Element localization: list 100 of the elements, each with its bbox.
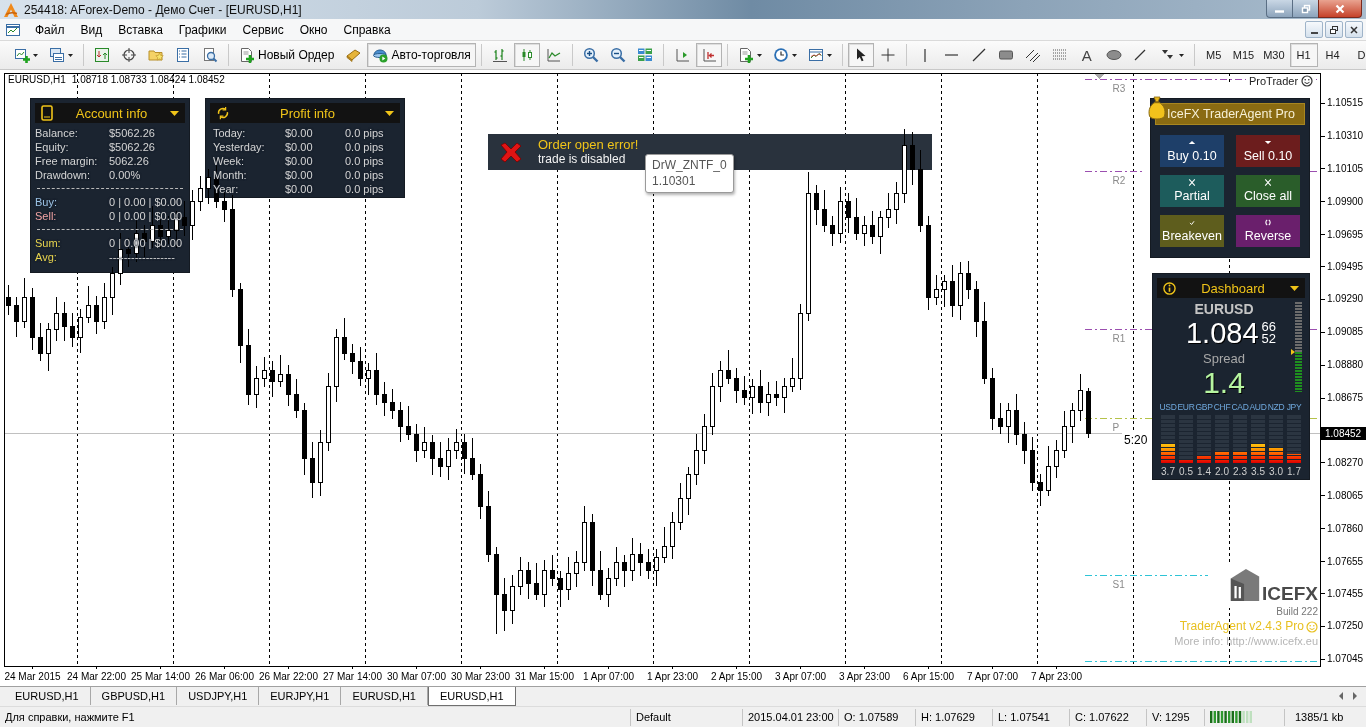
candle bbox=[878, 210, 883, 255]
candle bbox=[1022, 421, 1027, 465]
dotted-lines-icon bbox=[1051, 47, 1068, 63]
menu-item[interactable]: Вид bbox=[72, 19, 111, 40]
candle bbox=[710, 372, 715, 436]
caret-icon[interactable] bbox=[1290, 285, 1299, 291]
auto-trading-button[interactable]: Авто-торговля bbox=[367, 43, 476, 67]
caret-icon[interactable] bbox=[385, 110, 394, 116]
candle bbox=[110, 266, 115, 316]
candle bbox=[118, 232, 123, 286]
chart-tab[interactable]: EURUSD,H1 bbox=[341, 687, 428, 705]
candle bbox=[534, 562, 539, 601]
candle bbox=[734, 367, 739, 404]
menu-item[interactable]: Файл bbox=[27, 19, 73, 40]
period-label: Month: bbox=[213, 168, 248, 182]
price-axis-label: 1.09695 bbox=[1327, 228, 1364, 240]
new-order-button[interactable]: Новый Ордер bbox=[234, 43, 340, 67]
diagonal-line-icon bbox=[970, 47, 987, 63]
value-label: 2.0 bbox=[1215, 466, 1229, 477]
minimize-button[interactable] bbox=[1305, 21, 1323, 38]
timeframe-button[interactable]: M5 bbox=[1199, 43, 1228, 67]
timeframe-button[interactable]: D bbox=[1347, 43, 1366, 67]
close-button[interactable] bbox=[1345, 21, 1363, 38]
logo-text: ICEFX bbox=[1262, 584, 1318, 604]
chart-tab[interactable]: EURUSD,H1 bbox=[4, 687, 91, 705]
close-all-button[interactable]: Close all bbox=[1236, 175, 1300, 207]
timer-label: 5:20 bbox=[1124, 433, 1148, 447]
timeframe-button[interactable]: H1 bbox=[1289, 43, 1318, 67]
price-stat: O: 1.07589 bbox=[838, 708, 915, 726]
scroll-left-icon[interactable] bbox=[1338, 692, 1344, 700]
price-axis-label: 1.09495 bbox=[1327, 260, 1364, 272]
timeframe-button[interactable]: M30 bbox=[1259, 43, 1289, 67]
currency-label: CAD bbox=[1231, 402, 1249, 412]
caret-icon bbox=[68, 53, 73, 57]
candle bbox=[614, 546, 619, 587]
field-label: Equity: bbox=[35, 140, 70, 154]
list-icon bbox=[175, 47, 191, 63]
strength-bar bbox=[1215, 452, 1229, 463]
field-label: Drawdown: bbox=[35, 168, 92, 182]
notepad-icon bbox=[41, 105, 53, 121]
menu-item[interactable]: Графики bbox=[170, 19, 235, 40]
info-text: More info: http://www.icefx.eu bbox=[1174, 634, 1318, 649]
caret-icon[interactable] bbox=[170, 110, 179, 116]
candlestick-chart-button[interactable] bbox=[513, 43, 540, 67]
time-axis-label: 3 Apr 23:00 bbox=[838, 671, 891, 682]
auto-scroll-button[interactable] bbox=[695, 43, 722, 67]
menu-item[interactable]: Вставка bbox=[110, 19, 171, 40]
candle bbox=[446, 437, 451, 481]
reverse-button[interactable]: Reverse bbox=[1236, 215, 1300, 247]
text-tool-button[interactable]: A bbox=[1073, 43, 1100, 67]
buy-button[interactable]: Buy 0.10 bbox=[1160, 135, 1224, 167]
candle bbox=[190, 189, 195, 241]
candle bbox=[30, 287, 35, 351]
chart-tab[interactable]: GBPUSD,H1 bbox=[90, 687, 178, 705]
candle bbox=[678, 482, 683, 531]
crosshair-circle-icon bbox=[121, 47, 137, 63]
restore-button[interactable] bbox=[1325, 21, 1343, 38]
cursor-button[interactable] bbox=[847, 43, 874, 67]
timeframe-button[interactable]: H4 bbox=[1318, 43, 1347, 67]
chart-tab[interactable]: USDJPY,H1 bbox=[177, 687, 260, 705]
folder-star-icon bbox=[148, 47, 164, 63]
panel-title: Dashboard bbox=[1200, 280, 1266, 296]
field-label: Buy: bbox=[35, 195, 58, 209]
partial-close-button[interactable]: Partial bbox=[1160, 175, 1224, 207]
product-label: TraderAgent v2.4.3 Pro bbox=[1179, 619, 1304, 634]
field-label: Avg: bbox=[35, 250, 58, 264]
candle bbox=[766, 381, 771, 417]
breakeven-button[interactable]: Breakeven bbox=[1160, 215, 1224, 247]
close-button[interactable] bbox=[1318, 0, 1362, 18]
price-axis-label: 1.10310 bbox=[1327, 130, 1364, 141]
candle bbox=[382, 381, 387, 417]
chart-tab[interactable]: EURUSD,H1 bbox=[427, 687, 516, 706]
scroll-right-icon[interactable] bbox=[1352, 692, 1358, 700]
price-axis-label: 1.10105 bbox=[1327, 162, 1364, 174]
time-axis-label: 6 Apr 15:00 bbox=[902, 671, 955, 682]
minimize-button[interactable] bbox=[1266, 0, 1292, 18]
candle bbox=[870, 210, 875, 245]
chart-window-icon[interactable] bbox=[5, 21, 21, 38]
time-axis-label: 31 Mar 15:00 bbox=[515, 671, 574, 682]
menu-item[interactable]: Сервис bbox=[234, 19, 292, 40]
chart-tab[interactable]: EURJPY,H1 bbox=[259, 687, 342, 705]
minimize-icon bbox=[1275, 9, 1284, 13]
candle bbox=[822, 189, 827, 233]
candle bbox=[46, 322, 51, 372]
close-icon bbox=[1335, 3, 1345, 14]
pivot-label: S1 bbox=[1112, 578, 1125, 590]
price-axis-label: 1.08065 bbox=[1327, 489, 1364, 501]
price-axis-label: 1.07455 bbox=[1327, 587, 1364, 599]
axes-arrow-icon bbox=[700, 47, 717, 63]
sell-button[interactable]: Sell 0.10 bbox=[1236, 135, 1300, 167]
candle bbox=[1006, 402, 1011, 444]
timeframe-button[interactable]: M15 bbox=[1228, 43, 1259, 67]
menu-item[interactable]: Справка bbox=[335, 19, 399, 40]
menu-item[interactable]: Окно bbox=[291, 19, 336, 40]
candle bbox=[950, 264, 955, 318]
candle bbox=[318, 429, 323, 497]
candle bbox=[86, 285, 91, 324]
candle bbox=[574, 550, 579, 588]
time-axis-label: 24 Mar 22:00 bbox=[67, 671, 126, 682]
candle bbox=[1014, 393, 1019, 446]
